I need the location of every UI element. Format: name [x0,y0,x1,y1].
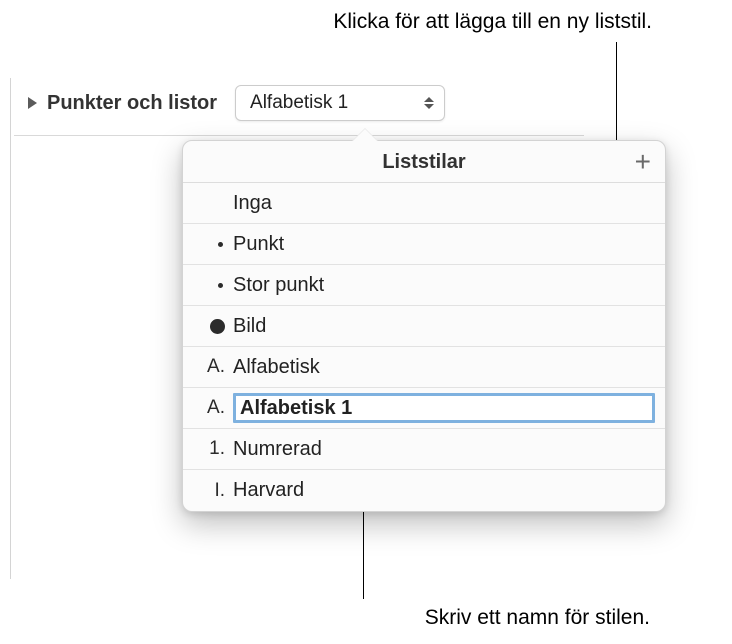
add-style-button[interactable]: + [635,148,651,176]
disclosure-triangle-icon[interactable] [28,97,37,109]
style-name: Punkt [233,233,651,256]
style-name: Stor punkt [233,274,651,297]
inspector-panel: Punkter och listor Alfabetisk 1 [14,80,584,136]
style-marker: I. [199,480,233,502]
style-row[interactable]: A.Alfabetisk [183,347,665,388]
style-name: Harvard [233,479,651,502]
callout-top-text: Klicka för att lägga till en ny liststil… [333,10,652,34]
plus-icon: + [635,146,651,177]
style-name-input[interactable] [233,393,655,423]
list-styles-popover: Liststilar + IngaPunktStor punktBildA.Al… [182,140,666,512]
bullet-dot-icon [218,242,223,247]
style-marker [199,242,233,247]
style-name: Inga [233,192,651,215]
style-marker [199,283,233,288]
style-row[interactable]: Punkt [183,224,665,265]
style-marker: A. [199,397,233,419]
style-row[interactable]: I.Harvard [183,470,665,511]
style-list: IngaPunktStor punktBildA.AlfabetiskA.1.N… [183,183,665,511]
style-name: Alfabetisk [233,356,651,379]
callout-bottom-text: Skriv ett namn för stilen. [425,606,650,630]
bullet-dot-icon [218,283,223,288]
style-row[interactable]: Stor punkt [183,265,665,306]
style-row[interactable]: 1.Numrerad [183,429,665,470]
popover-header: Liststilar + [183,141,665,183]
style-row[interactable]: Inga [183,183,665,224]
style-name: Bild [233,315,651,338]
image-bullet-icon [210,319,225,334]
popover-title: Liststilar [382,151,465,173]
bullets-lists-label: Punkter och listor [47,92,217,115]
popover-caret [352,128,378,141]
style-marker: 1. [199,438,233,460]
style-row[interactable]: A. [183,388,665,429]
style-row[interactable]: Bild [183,306,665,347]
list-style-popup[interactable]: Alfabetisk 1 [235,85,445,121]
panel-left-edge [10,78,11,579]
list-style-popup-value: Alfabetisk 1 [250,92,408,114]
style-name: Numrerad [233,438,651,461]
style-marker [199,319,233,334]
bullets-lists-header-row: Punkter och listor Alfabetisk 1 [14,80,584,136]
stepper-arrows-icon [424,97,434,109]
style-marker: A. [199,356,233,378]
